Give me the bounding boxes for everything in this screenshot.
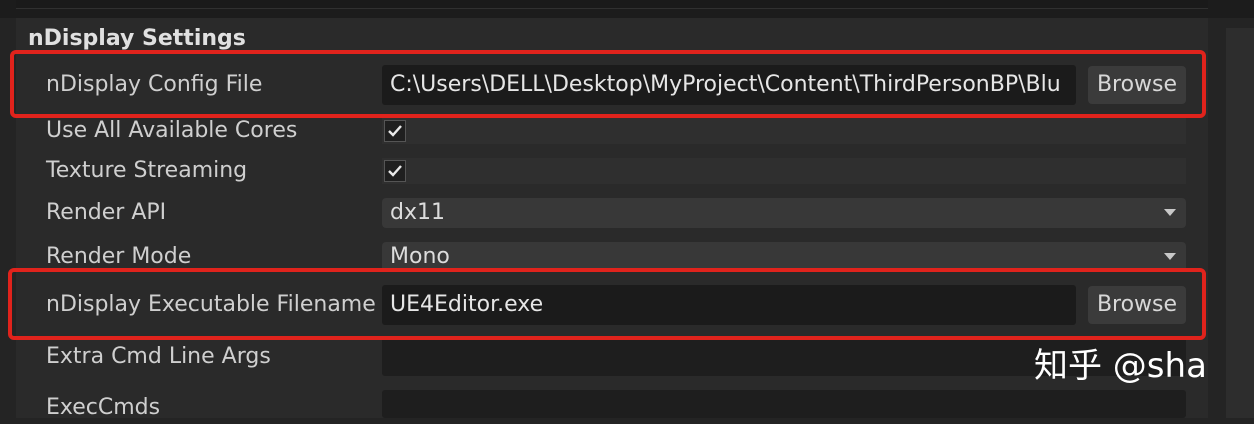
- render-mode-label: Render Mode: [46, 244, 192, 269]
- render-mode-dropdown[interactable]: Mono: [382, 242, 1186, 272]
- right-scroll-area[interactable]: [1226, 28, 1254, 418]
- checkmark-icon: [388, 165, 402, 177]
- executable-input[interactable]: UE4Editor.exe: [382, 285, 1076, 325]
- texture-streaming-row-track: [382, 158, 1186, 184]
- config-file-input[interactable]: C:\Users\DELL\Desktop\MyProject\Content\…: [382, 65, 1076, 105]
- render-mode-value: Mono: [390, 244, 450, 269]
- top-bar: [0, 0, 1254, 18]
- chevron-down-icon: [1164, 253, 1176, 260]
- config-file-browse-button[interactable]: Browse: [1088, 66, 1186, 104]
- exec-cmds-label: ExecCmds: [46, 395, 161, 420]
- executable-browse-button[interactable]: Browse: [1088, 286, 1186, 324]
- render-api-dropdown[interactable]: dx11: [382, 198, 1186, 228]
- config-file-label: nDisplay Config File: [46, 72, 263, 97]
- use-cores-checkbox[interactable]: [384, 120, 406, 142]
- exec-cmds-input[interactable]: [382, 390, 1186, 418]
- executable-label: nDisplay Executable Filename: [46, 292, 376, 317]
- chevron-down-icon: [1164, 209, 1176, 216]
- extra-args-label: Extra Cmd Line Args: [46, 344, 271, 369]
- render-api-value: dx11: [390, 200, 445, 225]
- texture-streaming-label: Texture Streaming: [46, 158, 248, 183]
- use-cores-row-track: [382, 118, 1186, 144]
- checkmark-icon: [388, 125, 402, 137]
- use-cores-label: Use All Available Cores: [46, 118, 298, 143]
- texture-streaming-checkbox[interactable]: [384, 160, 406, 182]
- section-title: nDisplay Settings: [28, 26, 246, 51]
- top-bar-inner: [16, 0, 1208, 9]
- watermark: 知乎 @sha: [1034, 346, 1207, 386]
- render-api-label: Render API: [46, 200, 167, 225]
